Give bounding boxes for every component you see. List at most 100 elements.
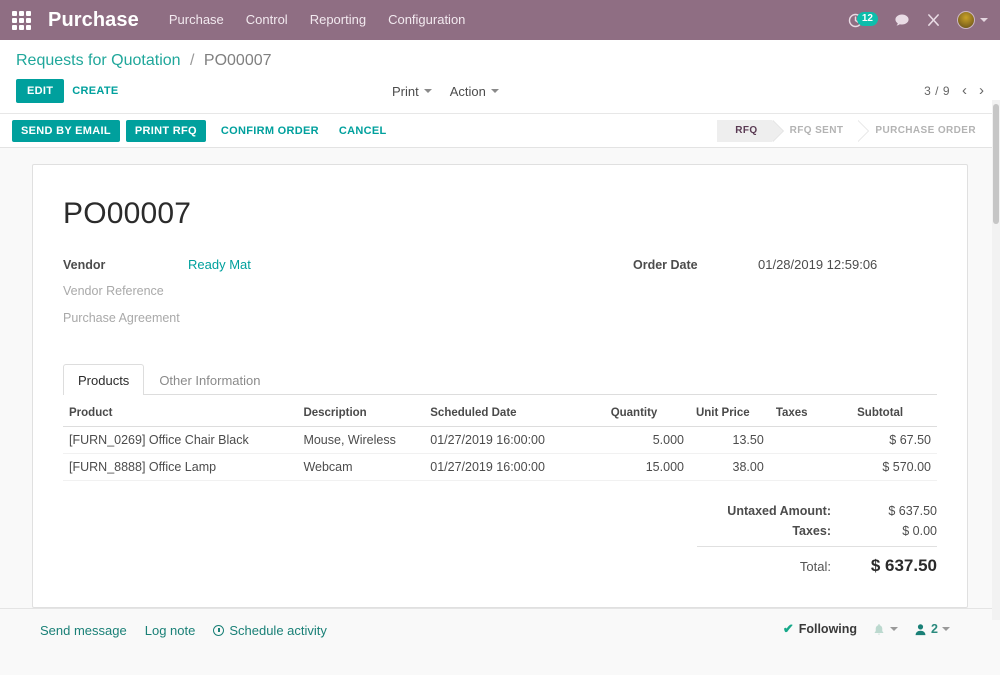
cell-subtotal: $ 67.50 (851, 427, 937, 454)
total-untaxed-row: Untaxed Amount: $ 637.50 (697, 501, 937, 521)
followers-count: 2 (931, 622, 938, 636)
cell-description: Webcam (297, 454, 424, 481)
edit-button[interactable]: EDIT (16, 79, 64, 103)
cell-taxes (770, 427, 851, 454)
notebook: Products Other Information Product Descr… (63, 364, 937, 481)
table-header-row: Product Description Scheduled Date Quant… (63, 399, 937, 427)
followers-button[interactable]: 2 (914, 622, 950, 636)
breadcrumb-current: PO00007 (204, 52, 272, 69)
status-state-purchase-order-label: PURCHASE ORDER (875, 125, 976, 136)
following-toggle[interactable]: ✔ Following (783, 621, 857, 637)
menu-item-control[interactable]: Control (246, 0, 288, 40)
tab-products[interactable]: Products (63, 364, 144, 395)
total-grand-label: Total: (800, 559, 847, 574)
total-grand-value: $ 637.50 (847, 556, 937, 576)
field-purchase-agreement-label: Purchase Agreement (63, 311, 188, 325)
menu-item-reporting[interactable]: Reporting (310, 0, 366, 40)
col-header-subtotal: Subtotal (851, 399, 937, 427)
follow-settings-dropdown[interactable] (873, 623, 898, 636)
breadcrumb-separator: / (190, 52, 194, 69)
page-title: PO00007 (63, 197, 937, 231)
action-dropdown-label: Action (450, 84, 486, 99)
col-header-product: Product (63, 399, 297, 427)
odoo-purchase-order-page: Purchase Purchase Control Reporting Conf… (0, 0, 1000, 675)
status-state-rfq[interactable]: RFQ (717, 120, 771, 142)
field-order-date-value[interactable]: 01/28/2019 12:59:06 (758, 257, 877, 272)
chevron-down-icon (890, 627, 898, 631)
totals-block: Untaxed Amount: $ 637.50 Taxes: $ 0.00 T… (697, 501, 937, 579)
cp-dropdowns: Print Action (392, 84, 517, 99)
schedule-activity-button[interactable]: Schedule activity (213, 623, 327, 638)
control-panel-actions: EDIT CREATE Print Action 3 / 9 ‹ › (0, 71, 1000, 113)
field-vendor-label: Vendor (63, 258, 188, 272)
following-label: Following (799, 622, 857, 636)
status-state-purchase-order[interactable]: PURCHASE ORDER (857, 120, 990, 142)
order-lines-table: Product Description Scheduled Date Quant… (63, 399, 937, 481)
print-dropdown[interactable]: Print (392, 84, 432, 99)
status-pipeline: RFQ RFQ SENT PURCHASE ORDER (717, 120, 990, 142)
table-row[interactable]: [FURN_0269] Office Chair Black Mouse, Wi… (63, 427, 937, 454)
control-panel: Requests for Quotation / PO00007 EDIT CR… (0, 40, 1000, 114)
chevron-down-icon (491, 89, 499, 93)
systray: 12 (848, 0, 988, 40)
cell-scheduled-date: 01/27/2019 16:00:00 (424, 427, 604, 454)
activities-count-badge: 12 (857, 12, 878, 26)
pager-next-icon[interactable]: › (979, 84, 984, 98)
cancel-button[interactable]: CANCEL (330, 120, 396, 142)
print-rfq-button[interactable]: PRINT RFQ (126, 120, 206, 142)
cell-scheduled-date: 01/27/2019 16:00:00 (424, 454, 604, 481)
action-dropdown[interactable]: Action (450, 84, 499, 99)
menu-item-purchase[interactable]: Purchase (169, 0, 224, 40)
field-order-date: Order Date 01/28/2019 12:59:06 (633, 257, 937, 275)
print-dropdown-label: Print (392, 84, 419, 99)
log-note-button[interactable]: Log note (145, 623, 196, 638)
col-header-taxes: Taxes (770, 399, 851, 427)
chevron-down-icon (942, 627, 950, 631)
create-button[interactable]: CREATE (64, 79, 126, 103)
form-right-column: Order Date 01/28/2019 12:59:06 (500, 257, 937, 338)
user-menu[interactable] (957, 11, 988, 29)
log-note-label: Log note (145, 623, 196, 638)
col-header-quantity: Quantity (605, 399, 690, 427)
apps-grid-icon[interactable] (8, 7, 34, 33)
status-state-rfq-label: RFQ (735, 125, 757, 136)
cell-quantity: 5.000 (605, 427, 690, 454)
app-brand-title[interactable]: Purchase (48, 0, 139, 40)
notebook-tabs: Products Other Information (63, 364, 937, 395)
cell-unit-price: 38.00 (690, 454, 770, 481)
status-state-rfq-sent[interactable]: RFQ SENT (772, 120, 858, 142)
send-message-button[interactable]: Send message (40, 623, 127, 638)
tab-other-information[interactable]: Other Information (144, 364, 275, 395)
order-lines-body: [FURN_0269] Office Chair Black Mouse, Wi… (63, 427, 937, 481)
activities-menu[interactable]: 12 (848, 13, 878, 28)
field-purchase-agreement: Purchase Agreement (63, 311, 500, 329)
page-scrollbar-thumb[interactable] (993, 104, 999, 224)
table-row[interactable]: [FURN_8888] Office Lamp Webcam 01/27/201… (63, 454, 937, 481)
total-taxes-value: $ 0.00 (847, 524, 937, 538)
total-taxes-label: Taxes: (792, 524, 847, 538)
chevron-down-icon (980, 18, 988, 22)
col-header-unit-price: Unit Price (690, 399, 770, 427)
breadcrumb-root-link[interactable]: Requests for Quotation (16, 52, 181, 69)
field-vendor-value[interactable]: Ready Mat (188, 257, 251, 272)
cell-subtotal: $ 570.00 (851, 454, 937, 481)
cell-quantity: 15.000 (605, 454, 690, 481)
total-grand-row: Total: $ 637.50 (697, 546, 937, 579)
shortcuts-menu[interactable] (926, 13, 941, 28)
field-vendor-reference-label: Vendor Reference (63, 284, 188, 298)
menu-item-configuration[interactable]: Configuration (388, 0, 465, 40)
send-message-label: Send message (40, 623, 127, 638)
status-state-rfq-sent-label: RFQ SENT (790, 125, 844, 136)
confirm-order-button[interactable]: CONFIRM ORDER (212, 120, 328, 142)
cell-taxes (770, 454, 851, 481)
chatter-bar: Send message Log note Schedule activity … (0, 608, 1000, 668)
breadcrumb: Requests for Quotation / PO00007 (0, 40, 1000, 71)
send-by-email-button[interactable]: SEND BY EMAIL (12, 120, 120, 142)
schedule-activity-label: Schedule activity (229, 623, 327, 638)
clock-icon (213, 625, 224, 636)
chevron-down-icon (424, 89, 432, 93)
form-fields: Vendor Ready Mat Vendor Reference Purcha… (63, 257, 937, 338)
order-lines-header: Product Description Scheduled Date Quant… (63, 399, 937, 427)
pager-previous-icon[interactable]: ‹ (962, 84, 967, 98)
messages-menu[interactable] (894, 13, 910, 28)
